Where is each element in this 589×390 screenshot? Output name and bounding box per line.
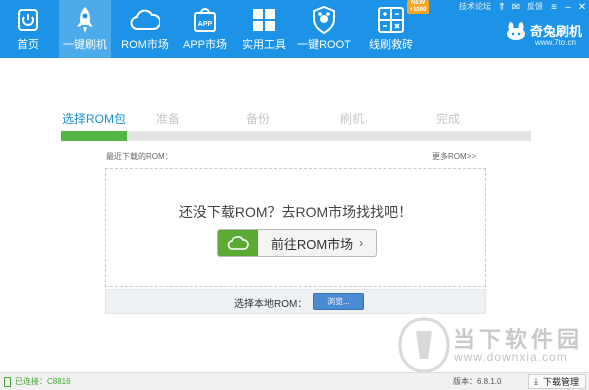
cloud-icon [130,5,160,35]
nav-line-flash-label: 线刷救砖 [369,39,413,51]
nav-tools[interactable]: 实用工具 [237,0,291,58]
step-progress-fill [61,131,127,141]
goto-rom-market-button[interactable]: 前往ROM市场 › [217,229,377,257]
feedback-icon[interactable]: ✉ [509,0,523,14]
nav-one-click-flash[interactable]: 一键刷机 [59,0,111,58]
phone-connected-icon [4,377,11,387]
minimize-icon[interactable]: – [561,0,575,14]
new-badge: NEW +1000 [407,0,429,14]
empty-message: 还没下载ROM？去ROM市场找找吧！ [178,204,413,220]
nav-home-label: 首页 [17,39,39,51]
app-bag-icon: APP [190,5,220,35]
step-select-rom: 选择ROM包 [62,112,126,126]
nav-tools-label: 实用工具 [242,39,286,51]
rocket-icon [70,5,100,35]
download-manager-label: 下载管理 [543,377,580,387]
nav-one-click-root-label: 一键ROOT [297,39,351,51]
download-manager-button[interactable]: ⤓ 下载管理 [528,374,586,389]
forum-link[interactable]: 技术论坛 [455,0,495,14]
grid-icon [249,5,279,35]
new-badge-line1: NEW [411,0,425,6]
nav-rom-market[interactable]: ROM市场 [118,0,172,58]
goto-rom-market-label-wrap: 前往ROM市场 › [258,230,376,256]
watermark-url: www.downxia.com [454,350,568,364]
step-complete: 完成 [436,112,461,126]
download-icon: ⤓ [534,376,538,386]
step-prepare: 准备 [156,112,181,126]
top-toolbar: 首页 一键刷机 ROM市场 APP APP市场 实用工具 一键ROOT 线刷救砖… [0,0,589,58]
window-controls: 技术论坛 ⇑ ✉ 反馈 ≡ – ✕ [455,0,589,14]
connection-status: 已连接：C8816 [15,377,71,386]
flash-steps: 选择ROM包 准备 备份 刷机 完成 [0,110,589,126]
version-text: 版本：6.8.1.0 [453,377,502,386]
brand-url: www.7to.cn [535,38,576,47]
nav-app-market-label: APP市场 [182,39,227,51]
shield-icon [309,5,339,35]
more-rom-link[interactable]: 更多ROM>> [432,151,476,162]
nav-home[interactable]: 首页 [2,0,54,58]
cloud-icon [218,230,258,256]
recent-rom-label: 最近下载的ROM： [106,152,173,161]
browse-button[interactable]: 浏览... [313,293,364,310]
home-icon [13,5,43,35]
recent-rom-list: 还没下载ROM？去ROM市场找找吧！ 前往ROM市场 › [105,168,486,287]
close-icon[interactable]: ✕ [575,0,589,14]
step-backup: 备份 [246,112,271,126]
local-rom-label: 选择本地ROM： [234,299,308,310]
rabbit-logo-icon [507,21,525,40]
new-badge-line2: +1000 [409,7,427,13]
chevron-right-icon: › [359,236,364,250]
upload-icon[interactable]: ⇑ [495,0,509,14]
status-bar: 已连接：C8816 版本：6.8.1.0 ⤓ 下载管理 [0,372,589,390]
svg-text:APP: APP [198,21,213,28]
step-progress-bar [61,131,531,141]
nav-rom-market-label: ROM市场 [121,39,169,51]
menu-icon[interactable]: ≡ [547,0,561,14]
nav-app-market[interactable]: APP APP市场 [178,0,232,58]
nav-one-click-root[interactable]: 一键ROOT [296,0,352,58]
step-flash: 刷机 [340,112,365,126]
watermark-logo-icon [398,317,450,373]
tools-grid-icon [376,5,406,35]
local-rom-bar: 选择本地ROM： 浏览... [105,289,486,314]
goto-rom-market-label: 前往ROM市场 [270,236,354,252]
feedback-link[interactable]: 反馈 [523,0,547,14]
nav-one-click-flash-label: 一键刷机 [63,39,107,51]
